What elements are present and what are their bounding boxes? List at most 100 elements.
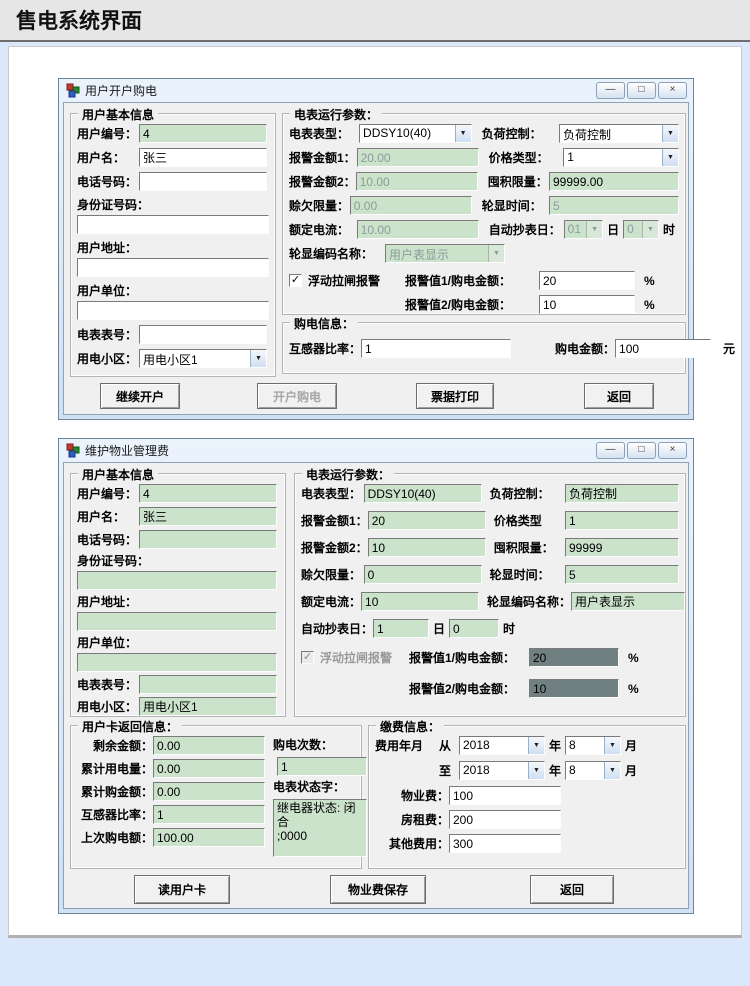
id-card-input[interactable]	[77, 215, 269, 234]
user-name-input[interactable]	[139, 507, 277, 526]
district-combobox[interactable]: 用电小区1 ▼	[139, 349, 267, 368]
credit-limit-input[interactable]	[364, 565, 482, 584]
alarm-amount1-input[interactable]	[357, 148, 479, 167]
auto-read-hour-input[interactable]	[449, 619, 499, 638]
load-control-label: 负荷控制：	[490, 485, 565, 502]
to-year-combobox[interactable]: 2018 ▼	[459, 761, 545, 780]
credit-limit-input[interactable]	[350, 196, 472, 215]
cycle-code-combobox[interactable]: 用户表显示 ▼	[385, 244, 505, 263]
purchase-count-input[interactable]	[277, 757, 367, 776]
remaining-amount-input[interactable]	[153, 736, 265, 755]
property-fee-input[interactable]	[449, 786, 561, 805]
id-card-input[interactable]	[77, 571, 277, 590]
alarm-ratio1-input[interactable]	[539, 271, 635, 290]
alarm-amount2-input[interactable]	[368, 538, 486, 557]
price-type-input[interactable]	[565, 511, 679, 530]
chevron-down-icon[interactable]: ▼	[604, 762, 620, 779]
unit-label: 用户单位：	[77, 282, 137, 299]
cycle-time-input[interactable]	[549, 196, 679, 215]
chevron-down-icon[interactable]: ▼	[662, 125, 678, 142]
unit-input[interactable]	[77, 301, 269, 320]
load-control-input[interactable]	[565, 484, 679, 503]
last-purchase-input[interactable]	[153, 828, 265, 847]
address-input[interactable]	[77, 258, 269, 277]
chevron-down-icon[interactable]: ▼	[604, 737, 620, 754]
cycle-code-input[interactable]	[571, 592, 685, 611]
window2-titlebar[interactable]: 维护物业管理费 — □ ×	[63, 439, 689, 462]
rated-current-input[interactable]	[357, 220, 479, 239]
maximize-icon[interactable]: □	[627, 82, 656, 99]
meter-type-combobox[interactable]: DDSY10(40) ▼	[359, 124, 472, 143]
total-usage-input[interactable]	[153, 759, 265, 778]
rent-fee-input[interactable]	[449, 810, 561, 829]
auto-read-hour-combobox[interactable]: 0 ▼	[623, 220, 659, 239]
ct-ratio-input[interactable]	[153, 805, 265, 824]
to-label: 至	[439, 762, 459, 779]
user-id-input[interactable]	[139, 124, 267, 143]
chevron-down-icon[interactable]: ▼	[662, 149, 678, 166]
rated-current-input[interactable]	[361, 592, 479, 611]
app-icon	[65, 83, 80, 98]
group-legend: 用户基本信息	[78, 106, 158, 123]
window1-titlebar[interactable]: 用户开户购电 — □ ×	[63, 79, 689, 102]
cycle-time-input[interactable]	[565, 565, 679, 584]
chevron-down-icon[interactable]: ▼	[586, 221, 602, 238]
print-receipt-button[interactable]: 票据打印	[416, 383, 494, 409]
total-amount-label: 累计购金额：	[77, 783, 153, 800]
alarm-amount2-input[interactable]	[356, 172, 478, 191]
meter-no-input[interactable]	[139, 675, 277, 694]
unit-input[interactable]	[77, 653, 277, 672]
auto-read-day-combobox[interactable]: 01 ▼	[564, 220, 603, 239]
group-payment-info: 缴费信息： 费用年月 从 2018 ▼ 年 8 ▼	[368, 725, 686, 869]
user-id-input[interactable]	[139, 484, 277, 503]
back-button[interactable]: 返回	[530, 875, 614, 904]
auto-read-day-input[interactable]	[373, 619, 429, 638]
chevron-down-icon[interactable]: ▼	[488, 245, 504, 262]
ct-ratio-input[interactable]	[361, 339, 511, 358]
minimize-icon[interactable]: —	[596, 442, 625, 459]
user-name-row: 用户名：	[77, 148, 269, 167]
chevron-down-icon[interactable]: ▼	[528, 762, 544, 779]
maximize-icon[interactable]: □	[627, 442, 656, 459]
alarm-amount1-input[interactable]	[368, 511, 486, 530]
minimize-icon[interactable]: —	[596, 82, 625, 99]
from-year-combobox[interactable]: 2018 ▼	[459, 736, 545, 755]
alarm-ratio2-label: 报警值2/购电金额：	[405, 296, 539, 313]
close-icon[interactable]: ×	[658, 442, 687, 459]
other-fee-input[interactable]	[449, 834, 561, 853]
phone-input[interactable]	[139, 172, 267, 191]
chevron-down-icon[interactable]: ▼	[455, 125, 471, 142]
meter-type-input[interactable]	[364, 484, 482, 503]
continue-open-button[interactable]: 继续开户	[100, 383, 180, 409]
from-month-combobox[interactable]: 8 ▼	[565, 736, 621, 755]
page-header: 售电系统界面	[0, 0, 750, 42]
purchase-amount-label: 购电金额：	[555, 340, 615, 357]
alarm-ratio1-input[interactable]	[529, 648, 619, 667]
phone-input[interactable]	[139, 530, 277, 549]
user-name-input[interactable]	[139, 148, 267, 167]
district-input[interactable]	[139, 697, 277, 716]
hoard-limit-input[interactable]	[549, 172, 679, 191]
to-month-combobox[interactable]: 8 ▼	[565, 761, 621, 780]
alarm-ratio2-input[interactable]	[539, 295, 635, 314]
total-amount-input[interactable]	[153, 782, 265, 801]
float-trip-checkbox[interactable]: ✓	[289, 274, 302, 287]
chevron-down-icon[interactable]: ▼	[528, 737, 544, 754]
alarm-ratio2-input[interactable]	[529, 679, 619, 698]
price-type-combobox[interactable]: 1 ▼	[563, 148, 679, 167]
purchase-amount-input[interactable]	[615, 339, 711, 358]
float-trip-checkbox-row: ✓ 浮动拉闸报警	[301, 649, 409, 666]
address-input[interactable]	[77, 612, 277, 631]
meter-no-input[interactable]	[139, 325, 267, 344]
read-card-button[interactable]: 读用户卡	[134, 875, 230, 904]
chevron-down-icon[interactable]: ▼	[250, 350, 266, 367]
load-control-combobox[interactable]: 负荷控制 ▼	[559, 124, 679, 143]
open-purchase-button[interactable]: 开户购电	[257, 383, 337, 409]
chevron-down-icon[interactable]: ▼	[642, 221, 658, 238]
meter-status-textarea[interactable]: 继电器状态: 闭合 ;0000	[273, 799, 367, 857]
back-button[interactable]: 返回	[584, 383, 654, 409]
float-trip-checkbox[interactable]: ✓	[301, 651, 314, 664]
close-icon[interactable]: ×	[658, 82, 687, 99]
hoard-limit-input[interactable]	[565, 538, 679, 557]
save-property-fee-button[interactable]: 物业费保存	[330, 875, 426, 904]
